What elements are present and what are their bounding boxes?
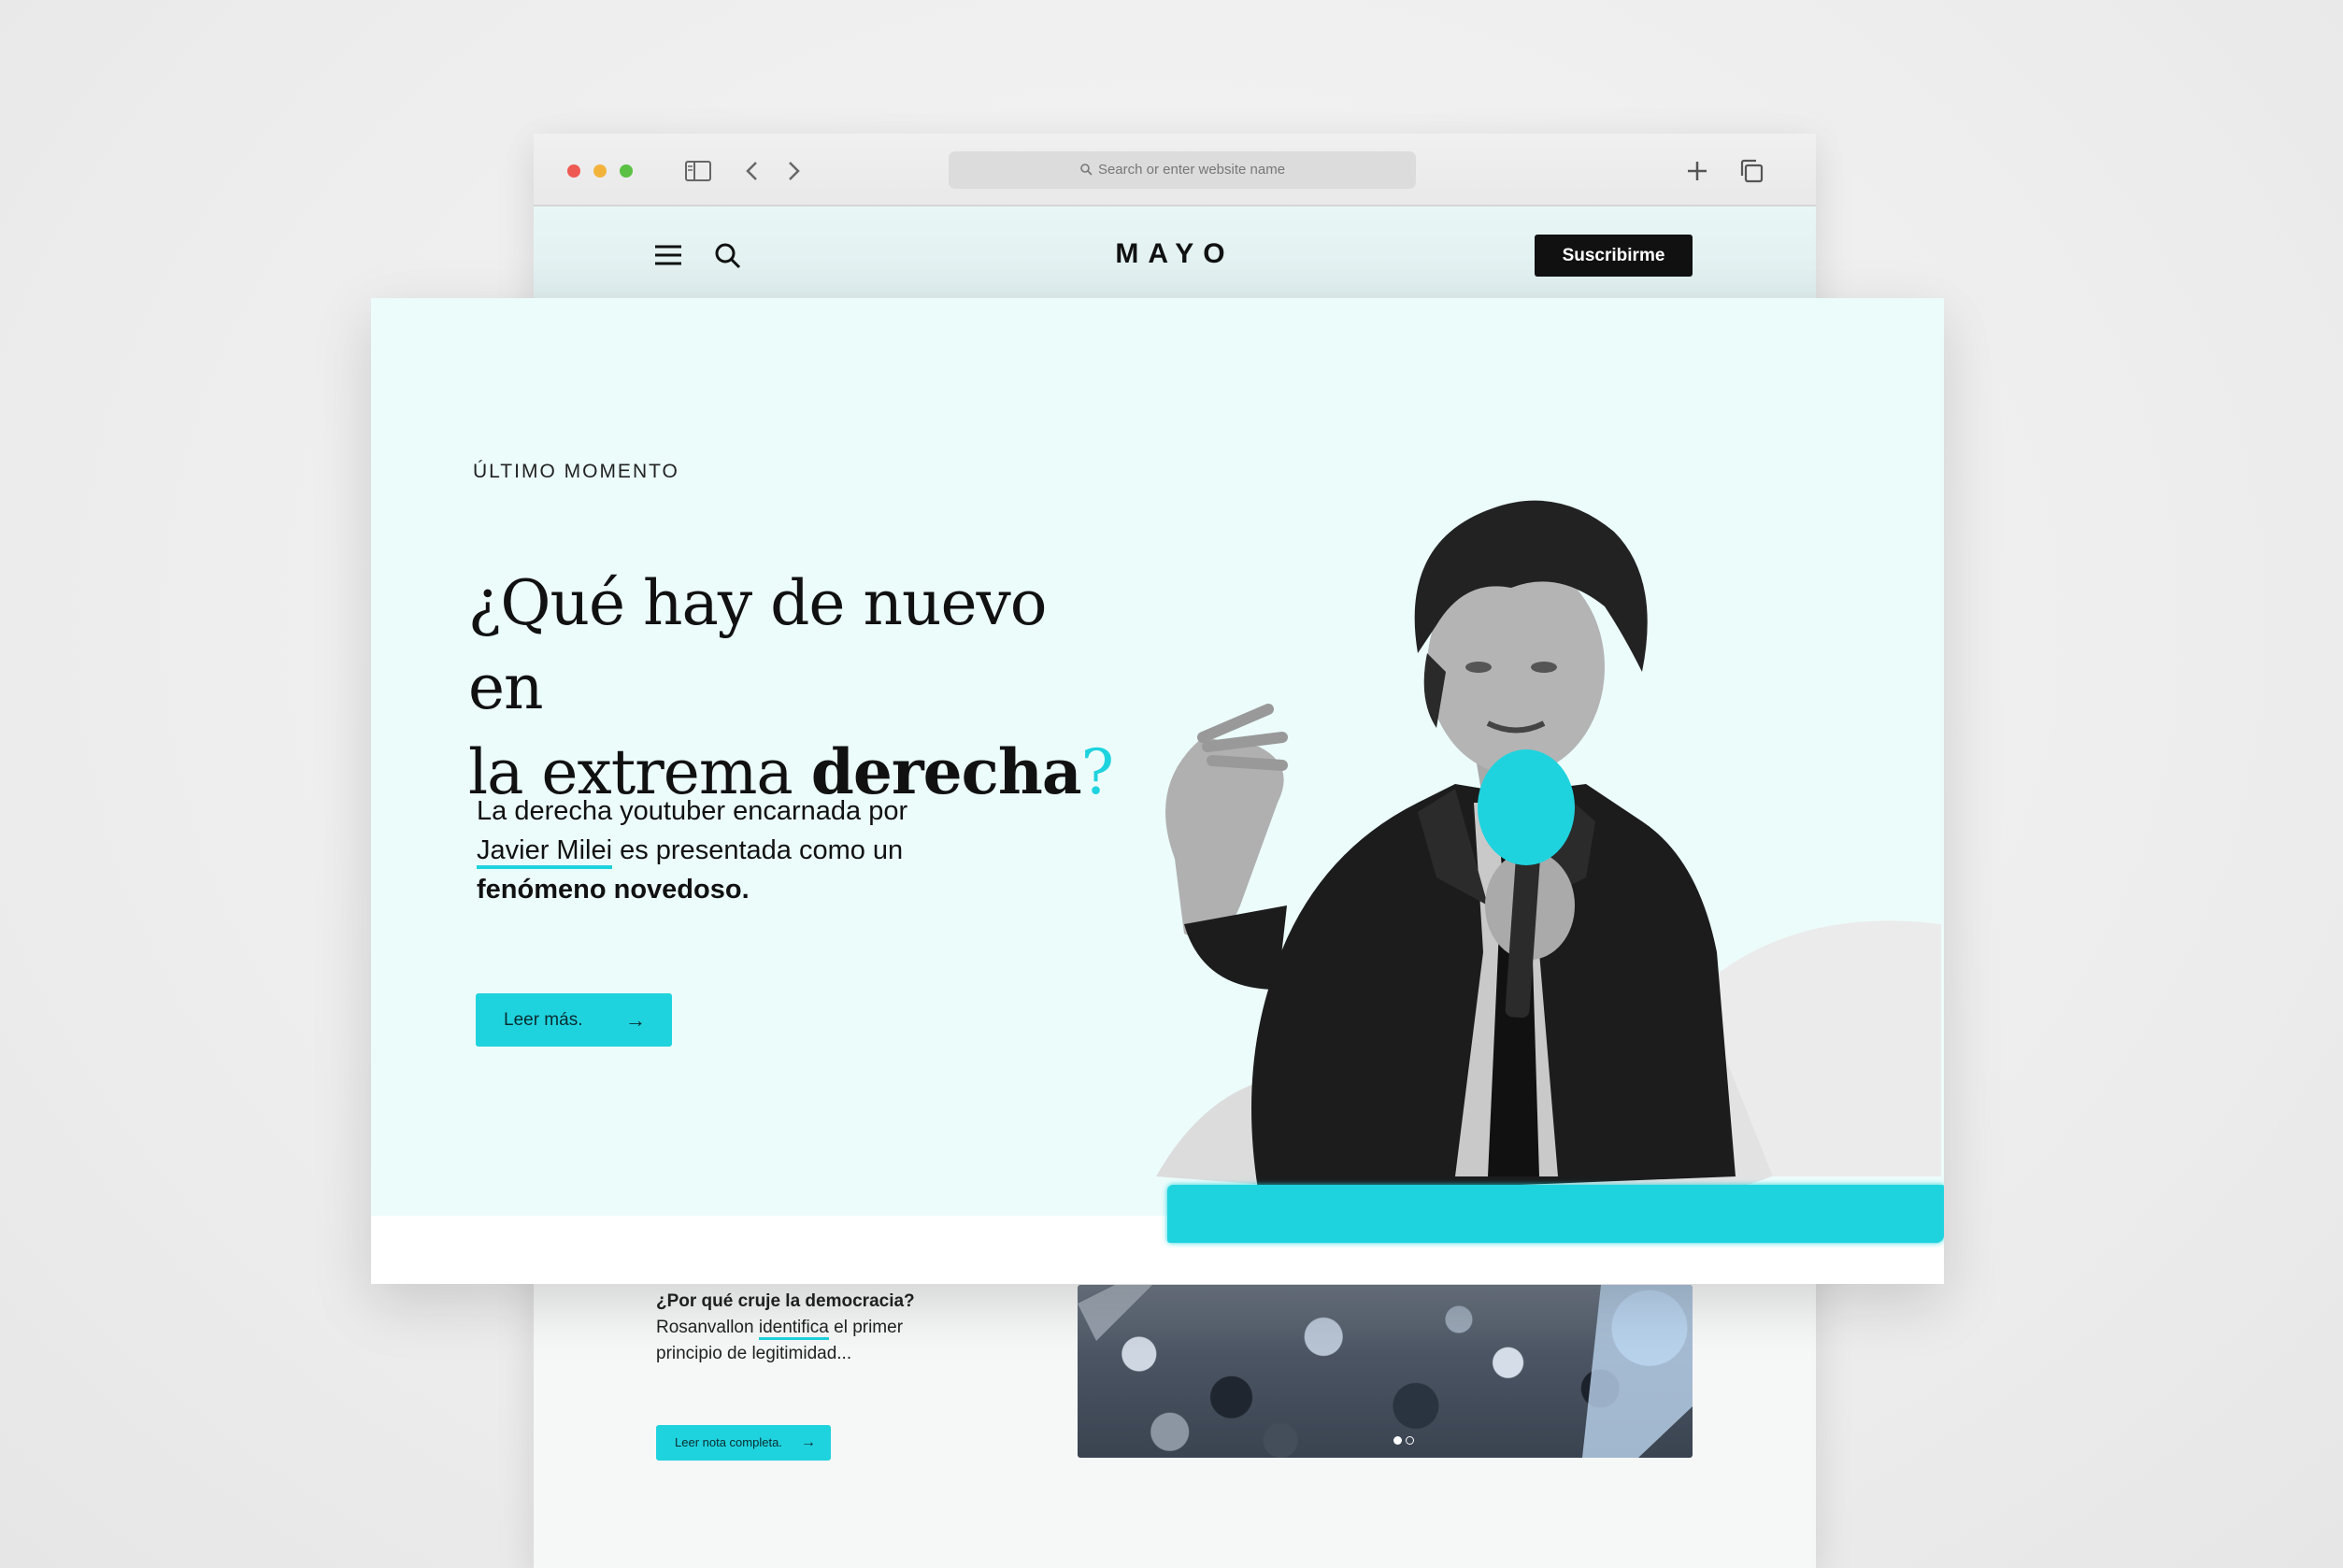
subscribe-button[interactable]: Suscribirme <box>1535 235 1693 277</box>
hero-section: ÚLTIMO MOMENTO ¿Qué hay de nuevo en la e… <box>371 298 1944 1284</box>
arrow-right-icon: → <box>625 1008 646 1032</box>
identifica-link[interactable]: identifica <box>758 1318 829 1340</box>
back-icon[interactable] <box>737 156 767 186</box>
javier-milei-link[interactable]: Javier Milei <box>477 835 613 869</box>
close-window-button[interactable] <box>567 164 580 178</box>
crowd-photo <box>1078 1285 1693 1458</box>
address-placeholder: Search or enter website name <box>1097 162 1286 178</box>
second-article-text-1: Rosanvallon <box>656 1318 759 1337</box>
arrow-right-icon: → <box>801 1434 816 1450</box>
headline-question-mark: ? <box>1080 736 1114 808</box>
speaker-photo <box>1119 466 1941 1284</box>
headline-line-1: ¿Qué hay de nuevo en <box>468 567 1048 723</box>
lead-bold-phrase: fenómeno novedoso. <box>477 875 750 905</box>
address-bar[interactable]: Search or enter website name <box>949 151 1416 189</box>
browser-toolbar: Search or enter website name <box>534 134 1816 207</box>
read-full-note-label: Leer nota completa. <box>675 1435 782 1449</box>
second-article-title[interactable]: ¿Por qué cruje la democracia? <box>656 1289 955 1315</box>
pager-dot[interactable] <box>1406 1436 1414 1445</box>
new-tab-icon[interactable] <box>1682 156 1712 186</box>
read-full-note-button[interactable]: Leer nota completa. → <box>656 1425 831 1461</box>
pager-dot-active[interactable] <box>1393 1436 1402 1445</box>
tabs-overview-icon[interactable] <box>1736 156 1766 186</box>
hero-headline: ¿Qué hay de nuevo en la extrema derecha? <box>468 562 1122 815</box>
hero-lead: La derecha youtuber encarnada por Javier… <box>477 791 1000 909</box>
lead-line-1: La derecha youtuber encarnada por <box>477 796 908 826</box>
read-more-label: Leer más. <box>504 1010 583 1030</box>
lead-line-2: es presentada como un <box>612 835 904 865</box>
search-icon <box>1080 164 1093 176</box>
hero-kicker: ÚLTIMO MOMENTO <box>473 461 679 482</box>
minimize-window-button[interactable] <box>593 164 607 178</box>
cyan-brush-stroke <box>1167 1185 1944 1243</box>
sidebar-icon[interactable] <box>683 156 713 186</box>
carousel-pager <box>1393 1433 1418 1449</box>
maximize-window-button[interactable] <box>620 164 633 178</box>
read-more-button[interactable]: Leer más. → <box>476 993 672 1047</box>
second-article-text: ¿Por qué cruje la democracia? Rosanvallo… <box>656 1289 955 1367</box>
forward-icon[interactable] <box>779 156 808 186</box>
